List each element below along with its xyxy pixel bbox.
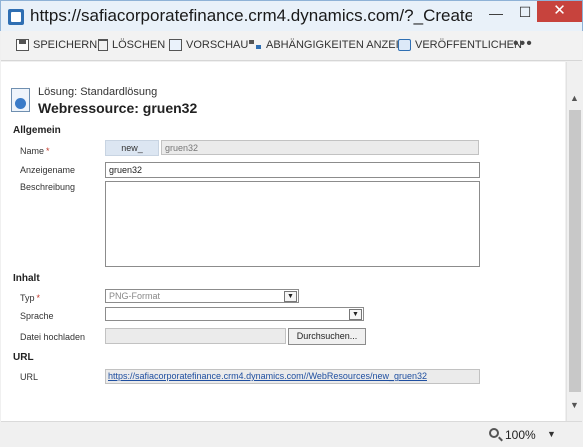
section-content: Inhalt <box>13 273 40 284</box>
section-url: URL <box>13 352 34 363</box>
name-field: gruen32 <box>161 140 479 155</box>
save-button[interactable]: SPEICHERN <box>16 39 97 51</box>
name-label: Name * <box>20 146 50 156</box>
maximize-button[interactable]: ☐ <box>512 4 538 25</box>
scrollbar-thumb[interactable] <box>569 110 581 392</box>
publish-button[interactable]: VERÖFFENTLICHEN <box>398 39 522 51</box>
chevron-down-icon: ▼ <box>284 291 297 302</box>
command-bar: SPEICHERN LÖSCHEN VORSCHAU ABHÄNGIGKEITE… <box>1 31 582 61</box>
required-marker: * <box>36 293 41 303</box>
scroll-up-arrow-icon[interactable]: ▲ <box>570 93 579 103</box>
url-label: URL <box>20 372 39 382</box>
window-title-bar: https://safiacorporatefinance.crm4.dynam… <box>0 0 583 31</box>
url-field: https://safiacorporatefinance.crm4.dynam… <box>105 369 480 384</box>
trash-icon <box>98 39 108 51</box>
publish-icon <box>398 39 411 51</box>
preview-icon <box>169 39 182 51</box>
url-link[interactable]: https://safiacorporatefinance.crm4.dynam… <box>108 371 427 381</box>
zoom-dropdown-icon[interactable]: ▼ <box>547 429 556 439</box>
upload-label: Datei hochladen <box>20 332 86 342</box>
page-title: Webressource: gruen32 <box>38 100 198 116</box>
description-field[interactable] <box>105 181 480 267</box>
solution-label: Lösung: Standardlösung <box>38 86 158 98</box>
section-general: Allgemein <box>13 125 61 136</box>
dependencies-icon <box>249 39 262 51</box>
type-label: Typ * <box>20 293 41 303</box>
zoom-icon <box>489 428 499 438</box>
save-icon <box>16 39 29 51</box>
browse-button[interactable]: Durchsuchen... <box>288 328 366 345</box>
description-label: Beschreibung <box>20 182 76 192</box>
type-value: PNG-Format <box>109 291 161 301</box>
dependencies-label: ABHÄNGIGKEITEN ANZEI... <box>266 39 408 51</box>
dependencies-button[interactable]: ABHÄNGIGKEITEN ANZEI... <box>249 39 408 51</box>
preview-label: VORSCHAU <box>186 39 249 51</box>
scroll-down-arrow-icon[interactable]: ▼ <box>570 400 579 410</box>
required-marker: * <box>46 146 50 156</box>
delete-button[interactable]: LÖSCHEN <box>98 39 165 51</box>
close-button[interactable]: ✕ <box>537 1 582 22</box>
display-name-field[interactable]: gruen32 <box>105 162 480 178</box>
zoom-level[interactable]: 100% <box>505 428 536 442</box>
save-label: SPEICHERN <box>33 39 98 51</box>
name-prefix: new_ <box>105 140 159 156</box>
web-resource-icon <box>11 88 30 112</box>
type-select[interactable]: PNG-Format ▼ <box>105 289 299 303</box>
status-bar: 100% ▼ <box>1 421 582 447</box>
delete-label: LÖSCHEN <box>112 39 166 51</box>
publish-label: VERÖFFENTLICHEN <box>415 39 522 51</box>
more-commands-button[interactable]: ••• <box>513 35 533 53</box>
window-title: https://safiacorporatefinance.crm4.dynam… <box>30 6 472 25</box>
upload-file-field <box>105 328 286 344</box>
minimize-button[interactable]: — <box>483 5 509 26</box>
language-label: Sprache <box>20 311 54 321</box>
chevron-down-icon: ▼ <box>349 309 362 320</box>
form-content: Lösung: Standardlösung Webressource: gru… <box>1 62 565 421</box>
display-name-label: Anzeigename <box>20 165 76 175</box>
language-select[interactable]: ▼ <box>105 307 364 321</box>
browser-icon <box>8 9 24 25</box>
vertical-scrollbar[interactable]: ▲ ▼ <box>566 62 582 421</box>
preview-button[interactable]: VORSCHAU <box>169 39 248 51</box>
